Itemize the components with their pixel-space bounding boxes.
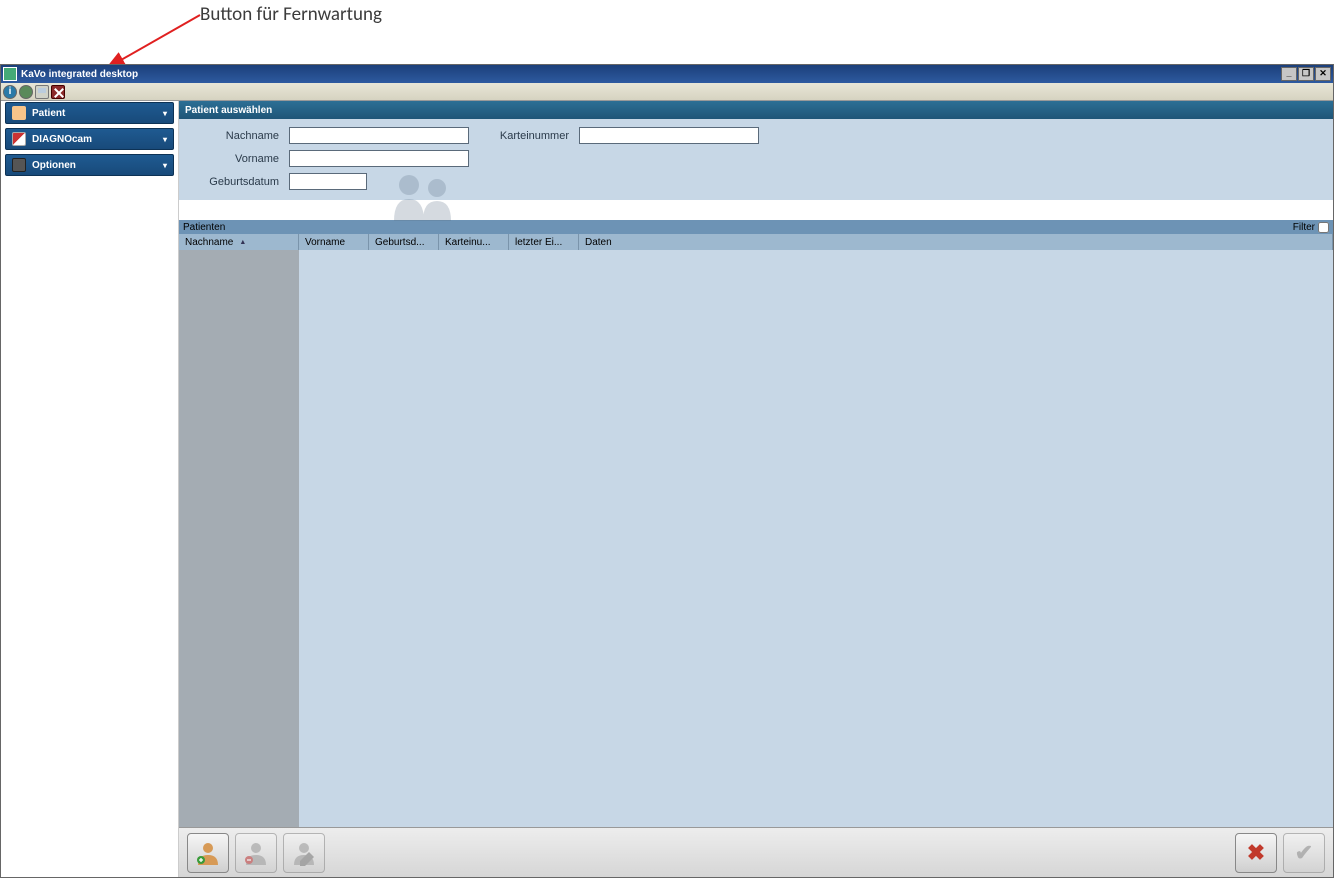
window-title: KaVo integrated desktop <box>21 69 138 80</box>
chevron-down-icon: ▾ <box>163 135 167 144</box>
globe-icon[interactable] <box>19 85 33 99</box>
col-geburtsdatum[interactable]: Geburtsd... <box>369 234 439 250</box>
main-panel: Patient auswählen Nachname Karteinummer … <box>179 101 1333 877</box>
karteinummer-label: Karteinummer <box>479 130 569 142</box>
vorname-label: Vorname <box>189 153 279 165</box>
col-letzter-eintrag[interactable]: letzter Ei... <box>509 234 579 250</box>
app-window: KaVo integrated desktop _ ❐ ✕ i Patient … <box>0 64 1334 878</box>
cancel-button[interactable]: ✖ <box>1235 833 1277 873</box>
remove-patient-button[interactable] <box>235 833 277 873</box>
edit-patient-button[interactable] <box>283 833 325 873</box>
stop-icon[interactable] <box>51 85 65 99</box>
panel-title: Patient auswählen <box>179 101 1333 119</box>
grid-gutter <box>179 250 299 827</box>
search-form: Nachname Karteinummer Vorname Geburtsdat… <box>179 119 1333 200</box>
check-icon: ✔ <box>1295 840 1313 866</box>
grid-rows[interactable] <box>299 250 1333 827</box>
chevron-down-icon: ▾ <box>163 161 167 170</box>
sidebar-item-label: DIAGNOcam <box>32 134 92 145</box>
geburtsdatum-input[interactable] <box>289 173 367 190</box>
sidebar-item-patient[interactable]: Patient ▾ <box>5 102 174 124</box>
person-edit-icon <box>291 840 317 866</box>
filter-checkbox[interactable] <box>1318 222 1329 233</box>
col-vorname[interactable]: Vorname <box>299 234 369 250</box>
remote-support-button[interactable] <box>35 85 49 99</box>
ok-button[interactable]: ✔ <box>1283 833 1325 873</box>
list-title: Patienten <box>183 222 225 233</box>
chevron-down-icon: ▾ <box>163 109 167 118</box>
person-icon <box>12 106 26 120</box>
info-icon[interactable]: i <box>3 85 17 99</box>
grid-header: Nachname Vorname Geburtsd... Karteinu...… <box>179 234 1333 250</box>
sidebar-item-diagnocam[interactable]: DIAGNOcam ▾ <box>5 128 174 150</box>
col-daten[interactable]: Daten <box>579 234 1333 250</box>
sidebar-item-label: Optionen <box>32 160 76 171</box>
grid-body <box>179 250 1333 827</box>
sidebar-item-optionen[interactable]: Optionen ▾ <box>5 154 174 176</box>
diagnocam-icon <box>12 132 26 146</box>
nachname-label: Nachname <box>189 130 279 142</box>
sidebar: Patient ▾ DIAGNOcam ▾ Optionen ▾ <box>1 101 179 877</box>
karteinummer-input[interactable] <box>579 127 759 144</box>
person-remove-icon <box>243 840 269 866</box>
separator <box>179 200 1333 220</box>
sidebar-item-label: Patient <box>32 108 65 119</box>
person-add-icon <box>195 840 221 866</box>
bottom-bar: ✖ ✔ <box>179 827 1333 877</box>
list-title-bar: Patienten Filter <box>179 220 1333 234</box>
col-nachname[interactable]: Nachname <box>179 234 299 250</box>
x-icon: ✖ <box>1247 840 1265 866</box>
options-icon <box>12 158 26 172</box>
add-patient-button[interactable] <box>187 833 229 873</box>
minimize-button[interactable]: _ <box>1281 67 1297 81</box>
col-karteinummer[interactable]: Karteinu... <box>439 234 509 250</box>
vorname-input[interactable] <box>289 150 469 167</box>
nachname-input[interactable] <box>289 127 469 144</box>
silhouette-icon <box>389 171 459 221</box>
title-bar: KaVo integrated desktop _ ❐ ✕ <box>1 65 1333 83</box>
filter-label: Filter <box>1293 222 1315 233</box>
geburtsdatum-label: Geburtsdatum <box>189 176 279 188</box>
maximize-button[interactable]: ❐ <box>1298 67 1314 81</box>
toolbar: i <box>1 83 1333 101</box>
app-icon <box>3 67 17 81</box>
close-button[interactable]: ✕ <box>1315 67 1331 81</box>
annotation-text: Button für Fernwartung <box>200 3 382 26</box>
